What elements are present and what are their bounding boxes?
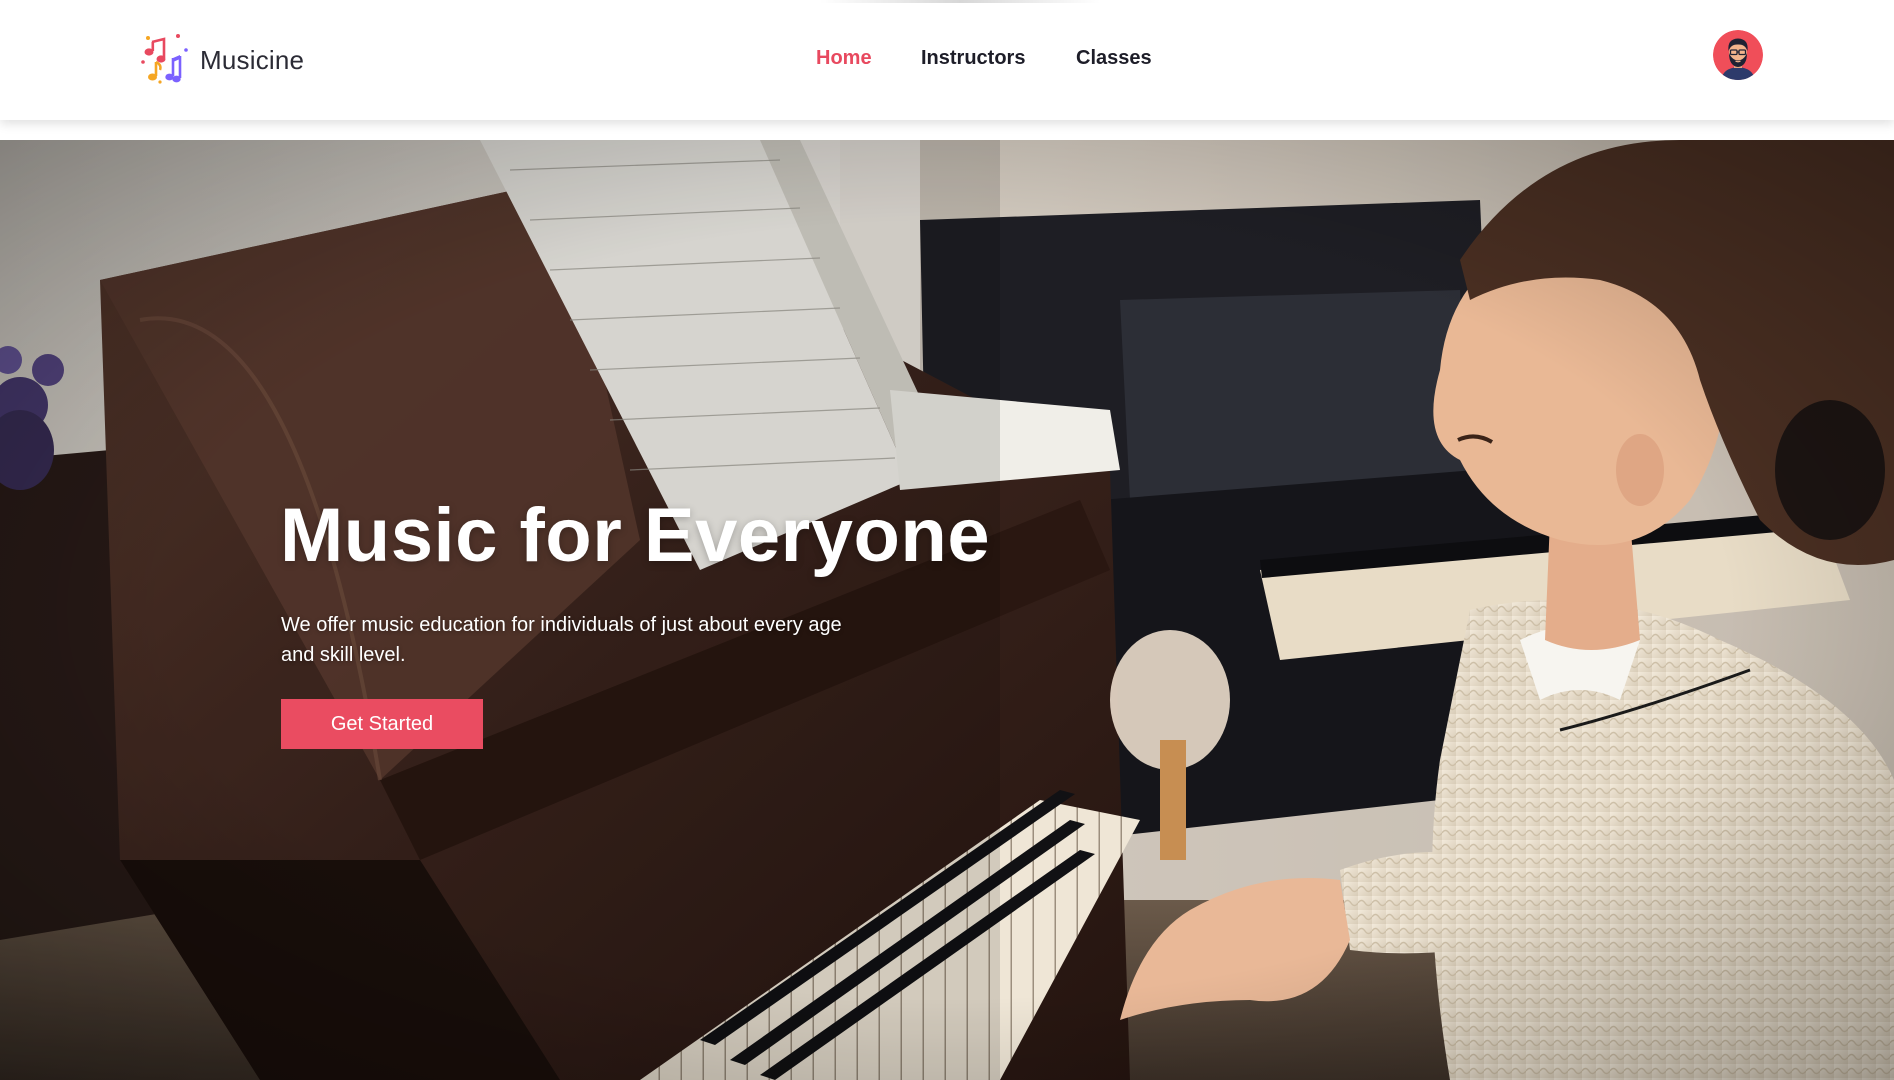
hero-subtitle: We offer music education for individuals… [281,614,842,666]
header-divider [820,0,1100,3]
nav-classes[interactable]: Classes [1076,47,1152,70]
get-started-button[interactable]: Get Started [281,699,483,749]
site-header: Musicine Home Instructors Classes [0,0,1894,120]
bearded-man-avatar-icon [1713,30,1763,80]
hero-section: Music for Everyone We offer music educat… [0,140,1894,1080]
hero-title: Music for Everyone [280,493,991,578]
brand-name: Musicine [200,44,305,75]
nav-instructors[interactable]: Instructors [921,47,1025,70]
music-notes-icon [141,34,188,84]
user-avatar[interactable] [1713,30,1763,80]
brand-link[interactable]: Musicine [140,32,304,88]
nav-home[interactable]: Home [816,47,872,70]
